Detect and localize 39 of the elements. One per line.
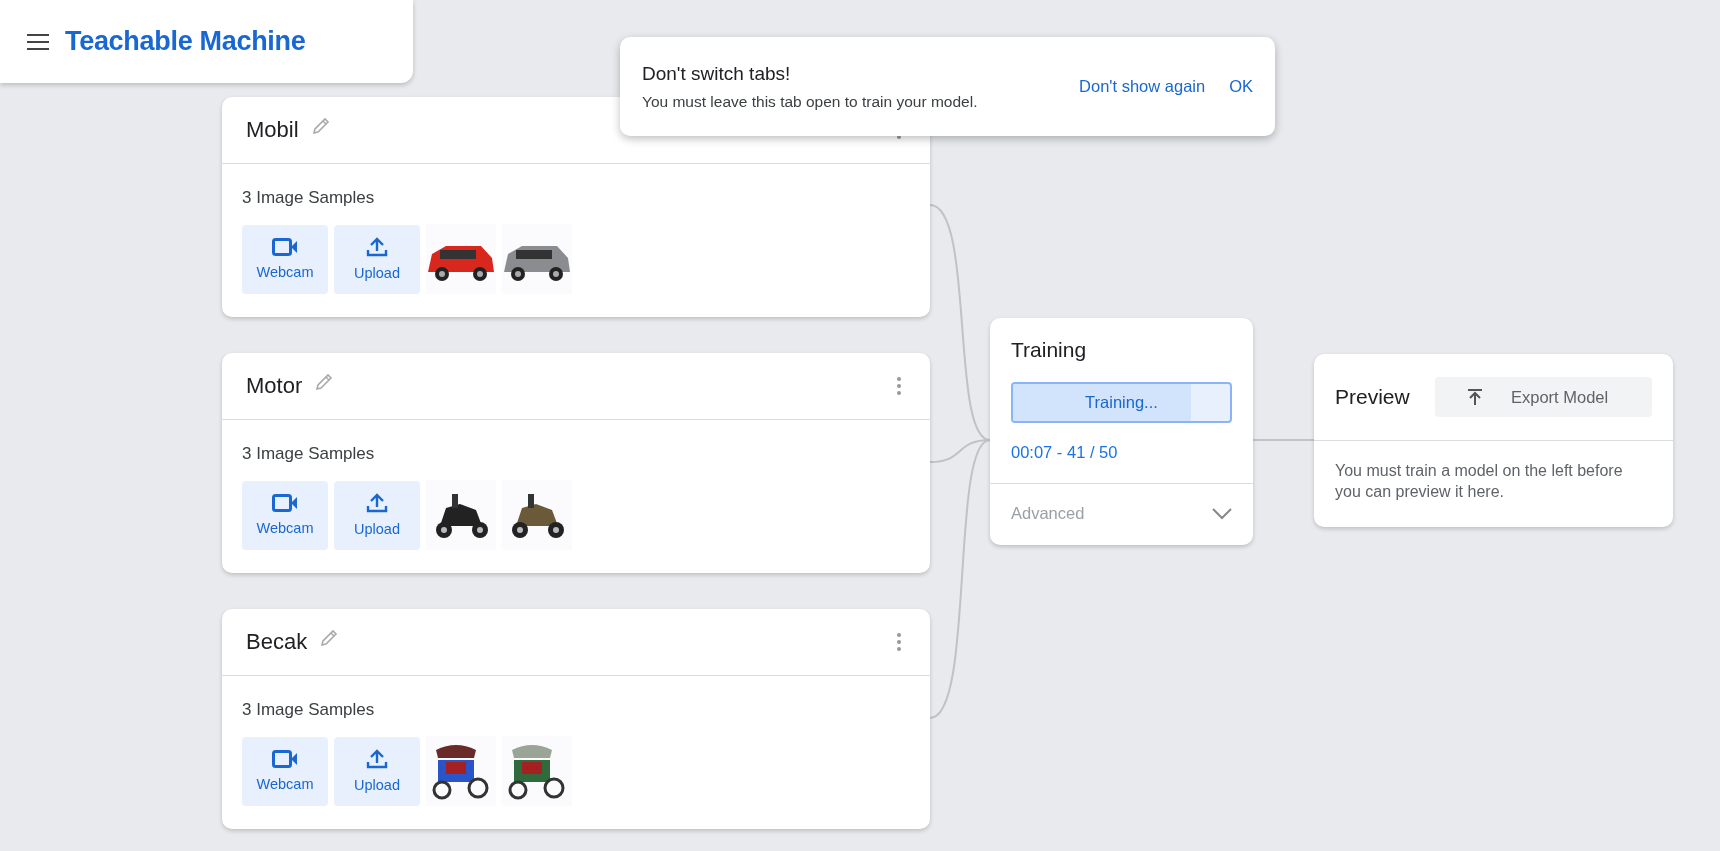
more-icon[interactable] — [896, 376, 902, 396]
sample-button[interactable]: Webcam — [242, 224, 328, 294]
sample-count: 3 Image Samples — [242, 700, 376, 720]
more-icon[interactable] — [896, 632, 902, 652]
toast-action-button[interactable]: Don't show again — [1069, 71, 1216, 102]
advanced-toggle[interactable]: Advanced — [990, 484, 1253, 545]
camera-icon — [272, 750, 298, 768]
sample-button[interactable]: Webcam — [242, 736, 328, 806]
connector-line — [1252, 439, 1315, 441]
export-icon — [1467, 388, 1483, 406]
preview-message: You must train a model on the left before you can preview it here. — [1334, 461, 1624, 502]
training-title: Training — [1011, 338, 1088, 362]
preview-title: Preview — [1335, 385, 1410, 409]
sample-button[interactable]: Webcam — [242, 480, 328, 550]
sample-button[interactable]: Upload — [334, 480, 420, 550]
camera-icon — [272, 494, 298, 512]
toast-message: You must leave this tab open to train your model. — [642, 92, 979, 111]
upload-icon — [366, 237, 388, 257]
pencil-icon[interactable] — [310, 116, 331, 136]
menu-icon[interactable] — [27, 33, 49, 50]
chevron-icon — [1212, 507, 1232, 520]
export-model-button[interactable]: Export Model — [1435, 377, 1652, 417]
class-name: Becak — [246, 629, 308, 655]
upload-icon — [366, 749, 388, 769]
app-title: Teachable Machine — [65, 26, 306, 57]
sample-button[interactable]: Upload — [334, 224, 420, 294]
upload-icon — [366, 493, 388, 513]
toast-title: Don't switch tabs! — [642, 62, 792, 85]
progress-text: 00:07 - 41 / 50 — [1011, 443, 1119, 462]
camera-icon — [272, 238, 298, 256]
class-name: Motor — [246, 373, 303, 399]
sample-button[interactable]: Upload — [334, 736, 420, 806]
train-button[interactable]: Training... — [1011, 382, 1232, 423]
sample-count: 3 Image Samples — [242, 188, 376, 208]
toast-action-button[interactable]: OK — [1219, 71, 1263, 102]
pencil-icon[interactable] — [314, 372, 335, 392]
pencil-icon[interactable] — [319, 628, 340, 648]
sample-count: 3 Image Samples — [242, 444, 376, 464]
class-name: Mobil — [246, 117, 299, 143]
